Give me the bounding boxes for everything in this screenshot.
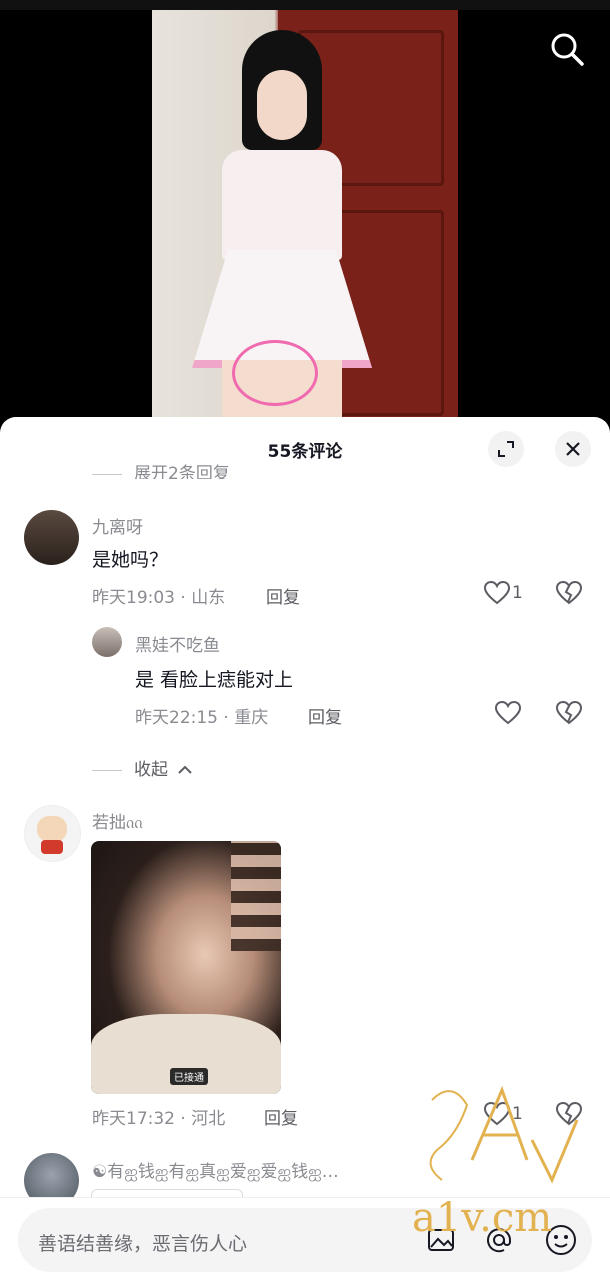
comment-input-placeholder: 善语结善缘，恶言伤人心 (38, 1233, 248, 1255)
expand-replies-label: 展开2条回复 (134, 464, 230, 479)
comment-meta: 昨天19:03 · 山东 (92, 588, 226, 608)
mosaic-region (231, 841, 281, 951)
comment-username[interactable]: 九离呀 (92, 513, 143, 538)
dislike-icon[interactable] (556, 701, 582, 725)
close-icon (566, 442, 580, 456)
reply-button[interactable]: 回复 (308, 703, 342, 728)
reply-text: 是 看脸上痣能对上 (135, 669, 294, 691)
avatar[interactable] (92, 627, 122, 657)
avatar[interactable] (24, 510, 79, 565)
dislike-icon[interactable] (556, 581, 582, 605)
collapse-label: 收起 (134, 760, 168, 780)
image-badge: 已接通 (170, 1068, 208, 1085)
comment-meta: 昨天17:32 · 河北 (92, 1109, 226, 1129)
heart-icon[interactable] (495, 701, 521, 725)
pink-scribble (232, 340, 318, 406)
status-bar (0, 0, 610, 10)
comment-image[interactable]: 已接通 (91, 841, 281, 1094)
reply-button[interactable]: 回复 (266, 583, 300, 608)
figure-face (257, 70, 307, 140)
collapse-replies-link[interactable]: 收起 (92, 755, 193, 780)
search-icon[interactable] (548, 30, 586, 68)
heart-icon[interactable] (484, 581, 510, 605)
comment-location: 山东 (191, 588, 226, 608)
watermark-logo (429, 1085, 579, 1184)
like-count: 1 (512, 583, 523, 603)
comment-text: 是她吗？ (92, 549, 169, 571)
reply-button[interactable]: 回复 (264, 1104, 298, 1129)
close-button[interactable] (555, 431, 591, 467)
reply-time: 昨天22:15 (135, 708, 218, 728)
video-player[interactable] (152, 10, 458, 420)
comment-location: 河北 (191, 1109, 226, 1129)
expand-icon (498, 441, 514, 457)
fullscreen-button[interactable] (488, 431, 524, 467)
watermark-text: a1v.cm (412, 1195, 553, 1241)
reply-meta: 昨天22:15 · 重庆 (135, 708, 269, 728)
avatar[interactable] (24, 805, 81, 862)
comment-time: 昨天17:32 (92, 1109, 175, 1129)
reply-username[interactable]: 黑娃不吃鱼 (135, 631, 220, 656)
reply-location: 重庆 (234, 708, 269, 728)
figure-body (222, 150, 342, 260)
comment-username[interactable]: 若拙ᦶ (92, 808, 142, 834)
chevron-up-icon (178, 765, 193, 774)
expand-replies-link[interactable]: 展开2条回复 (92, 459, 230, 479)
comment-time: 昨天19:03 (92, 588, 175, 608)
